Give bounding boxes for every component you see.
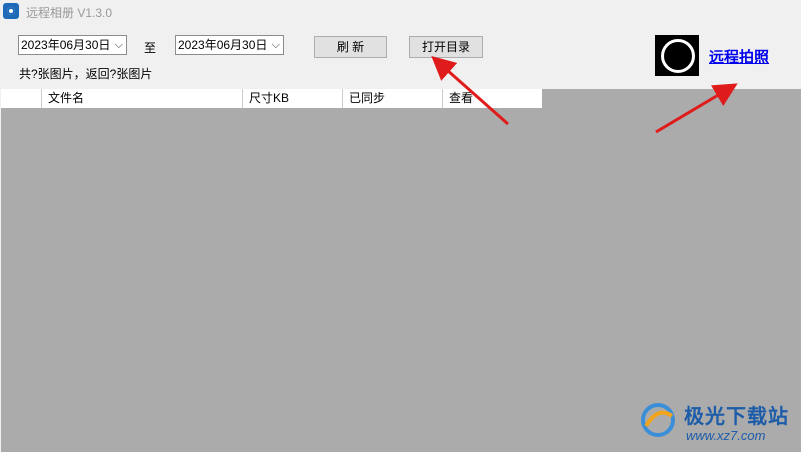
image-count-summary: 共?张图片，返回?张图片 <box>19 67 153 81</box>
column-header-filename[interactable]: 文件名 <box>41 89 242 108</box>
row-header-cell <box>1 89 42 108</box>
column-header-size[interactable]: 尺寸KB <box>242 89 342 108</box>
refresh-button[interactable]: 刷 新 <box>314 36 387 58</box>
column-header-view[interactable]: 查看 <box>442 89 542 108</box>
start-date-picker[interactable]: 2023年06月30日 ⌵ <box>18 35 127 55</box>
chevron-down-icon[interactable]: ⌵ <box>115 36 123 54</box>
remote-photo-link[interactable]: 远程拍照 <box>709 46 769 67</box>
app-icon <box>3 3 19 19</box>
grid-header-row: 文件名 尺寸KB 已同步 查看 <box>1 89 542 108</box>
end-date-value: 2023年06月30日 <box>178 38 268 52</box>
window-title: 远程相册 V1.3.0 <box>26 6 113 20</box>
camera-lens-icon[interactable] <box>655 35 699 76</box>
watermark-logo-icon <box>641 403 675 437</box>
watermark-url: www.xz7.com <box>686 428 766 443</box>
column-header-synced[interactable]: 已同步 <box>342 89 442 108</box>
open-directory-button[interactable]: 打开目录 <box>409 36 483 58</box>
chevron-down-icon[interactable]: ⌵ <box>272 36 280 54</box>
start-date-value: 2023年06月30日 <box>21 38 111 52</box>
watermark-brand: 极光下载站 <box>684 406 789 428</box>
lens-ring <box>661 39 695 73</box>
end-date-picker[interactable]: 2023年06月30日 ⌵ <box>175 35 284 55</box>
title-bar: 远程相册 V1.3.0 <box>0 0 801 22</box>
date-range-separator: 至 <box>144 41 157 55</box>
site-watermark: 极光下载站 www.xz7.com <box>636 398 796 448</box>
